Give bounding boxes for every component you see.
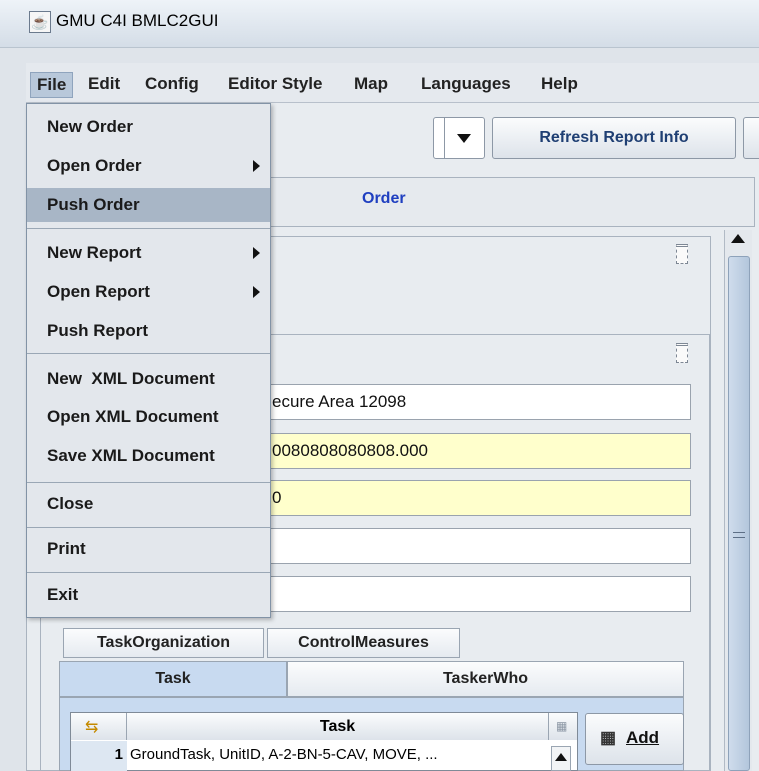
menu-item-print[interactable]: Print xyxy=(27,532,270,566)
menu-item-label: Open XML Document xyxy=(47,407,219,426)
combo-box[interactable] xyxy=(433,117,485,159)
menu-item-label: Push Order xyxy=(47,195,140,214)
table-scroll-up[interactable] xyxy=(551,746,571,771)
menu-edit[interactable]: Edit xyxy=(82,72,126,96)
refresh-report-info-button[interactable]: Refresh Report Info xyxy=(492,117,736,159)
grid-icon: ▦ xyxy=(556,719,568,733)
menu-separator xyxy=(27,527,270,528)
scroll-up-icon[interactable] xyxy=(731,234,745,243)
chevron-down-icon xyxy=(457,134,471,143)
column-control-icon[interactable]: ▦ xyxy=(549,713,577,740)
menu-item-label: Open Report xyxy=(47,282,150,301)
menu-item-open-report[interactable]: Open Report xyxy=(27,275,270,309)
window-title: GMU C4I BMLC2GUI xyxy=(56,11,219,30)
submenu-arrow-icon xyxy=(253,160,260,172)
submenu-arrow-icon xyxy=(253,247,260,259)
menu-item-push-report[interactable]: Push Report xyxy=(27,314,270,348)
menu-help[interactable]: Help xyxy=(535,72,584,96)
menu-separator xyxy=(27,482,270,483)
menu-item-label: Push Report xyxy=(47,321,149,340)
table-row[interactable]: GroundTask, UnitID, A-2-BN-5-CAV, MOVE, … xyxy=(127,741,549,771)
row-number: 1 xyxy=(71,741,127,771)
menu-item-label: New XML Document xyxy=(47,369,215,388)
menu-separator xyxy=(27,228,270,229)
menu-item-label: New Report xyxy=(47,243,142,262)
tab-task[interactable]: Task xyxy=(59,661,287,697)
vertical-scrollbar[interactable] xyxy=(724,230,752,771)
menu-editor-style[interactable]: Editor Style xyxy=(222,72,328,96)
menu-item-label: New Order xyxy=(47,117,133,136)
menu-item-open-xml-document[interactable]: Open XML Document xyxy=(27,400,270,434)
tab-tasker-who[interactable]: TaskerWho xyxy=(287,661,684,697)
menu-bar: File Edit Config Editor Style Map Langua… xyxy=(26,63,759,103)
menu-config[interactable]: Config xyxy=(139,72,205,96)
scroll-up-icon-2 xyxy=(555,753,567,761)
menu-item-new-report[interactable]: New Report xyxy=(27,236,270,270)
tab-task-organization[interactable]: TaskOrganization xyxy=(63,628,264,658)
menu-item-exit[interactable]: Exit xyxy=(27,578,270,612)
table-corner[interactable]: ⇆ xyxy=(71,713,127,740)
menu-separator xyxy=(27,572,270,573)
menu-item-label: Print xyxy=(47,539,86,558)
toolbar-button-partial[interactable] xyxy=(743,117,759,159)
order-tab[interactable]: Order xyxy=(362,190,406,208)
menu-item-label: Save XML Document xyxy=(47,446,215,465)
menu-item-label: Close xyxy=(47,494,94,513)
menu-languages[interactable]: Languages xyxy=(415,72,517,96)
title-bar: ☕ GMU C4I BMLC2GUI xyxy=(0,0,759,48)
tab-control-measures[interactable]: ControlMeasures xyxy=(267,628,460,658)
combo-divider xyxy=(444,118,445,158)
grip-icon xyxy=(733,532,745,538)
menu-file[interactable]: File xyxy=(30,72,74,98)
menu-separator xyxy=(27,353,270,354)
maximize-icon[interactable] xyxy=(676,244,688,264)
menu-item-new-order[interactable]: New Order xyxy=(27,110,270,144)
menu-map[interactable]: Map xyxy=(348,72,394,96)
menu-item-new-xml-document[interactable]: New XML Document xyxy=(27,362,270,396)
table-header-task[interactable]: Task xyxy=(127,713,549,740)
menu-item-save-xml-document[interactable]: Save XML Document xyxy=(27,439,270,473)
menu-item-push-order[interactable]: Push Order xyxy=(27,188,270,222)
java-app-icon: ☕ xyxy=(29,11,51,33)
menu-item-open-order[interactable]: Open Order xyxy=(27,149,270,183)
submenu-arrow-icon xyxy=(253,286,260,298)
add-button[interactable]: ▦ Add xyxy=(585,713,684,765)
file-menu-dropdown: New Order Open Order Push Order New Repo… xyxy=(26,103,271,618)
swap-arrows-icon: ⇆ xyxy=(85,719,99,736)
add-button-label: Add xyxy=(626,728,660,747)
menu-item-label: Exit xyxy=(47,585,79,604)
maximize-icon-2[interactable] xyxy=(676,343,688,363)
menu-item-close[interactable]: Close xyxy=(27,487,270,521)
scrollbar-thumb[interactable] xyxy=(728,256,750,771)
add-row-icon: ▦ xyxy=(600,728,617,747)
menu-item-label: Open Order xyxy=(47,156,142,175)
